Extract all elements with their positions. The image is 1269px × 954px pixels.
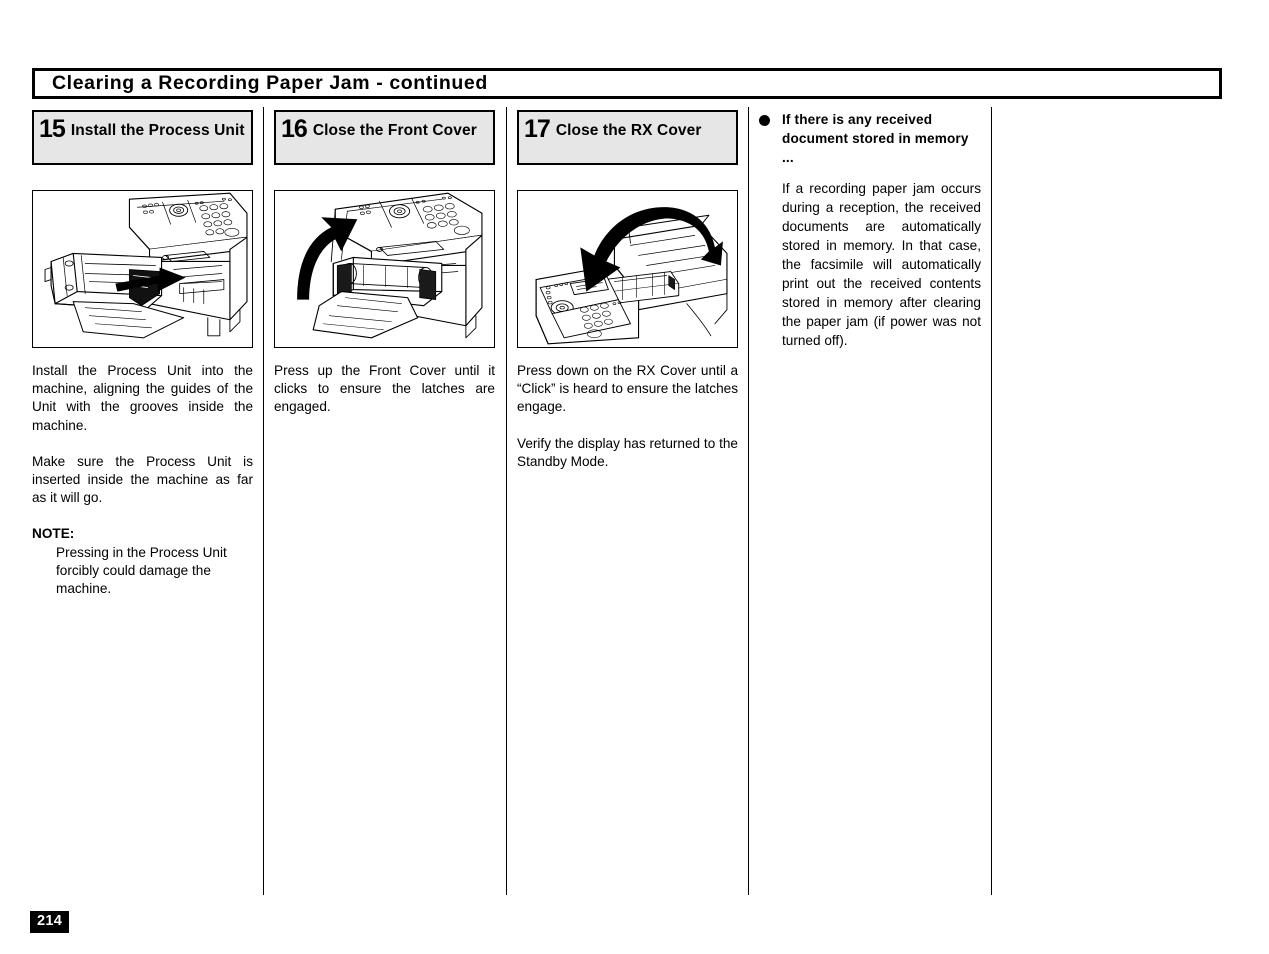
column-divider-2 [506, 107, 507, 895]
sidenote-heading: If there is any received document stored… [782, 112, 969, 165]
page-number-badge: 214 [30, 911, 70, 933]
step-15-paragraph-2: Make sure the Process Unit is inserted i… [32, 453, 253, 506]
sidenote-column: If there is any received document stored… [759, 110, 981, 350]
step-15-paragraph-1: Install the Process Unit into the machin… [32, 363, 253, 433]
step-number-15: 15 [39, 115, 66, 143]
step-number-16: 16 [281, 115, 308, 143]
rx-cover-closing-illustration [517, 190, 738, 348]
process-unit-insertion-illustration [32, 190, 253, 348]
page-header-box: Clearing a Recording Paper Jam - continu… [32, 68, 1222, 99]
step-header-16: 16 Close the Front Cover [274, 110, 495, 165]
step-header-15: 15 Install the Process Unit [32, 110, 253, 165]
sidenote-heading-row: If there is any received document stored… [759, 110, 981, 167]
step-column-15: 15 Install the Process Unit Install the … [32, 110, 253, 598]
step-header-17: 17 Close the RX Cover [517, 110, 738, 165]
step-label-15: Install the Process Unit [70, 122, 245, 139]
step-15-note-label: NOTE: [32, 526, 75, 542]
step-column-16: 16 Close the Front Cover Press up the Fr… [274, 110, 495, 417]
step-number-17: 17 [524, 115, 551, 143]
step-17-paragraph-2: Verify the display has returned to the S… [517, 435, 738, 469]
bullet-icon [759, 115, 770, 126]
step-15-note-text: Pressing in the Process Unit forcibly co… [56, 544, 227, 597]
sidenote-body: If a recording paper jam occurs during a… [782, 181, 981, 348]
step-label-16: Close the Front Cover [312, 122, 477, 139]
column-divider-1 [263, 107, 264, 895]
column-divider-3 [748, 107, 749, 895]
column-divider-4 [991, 107, 992, 895]
step-label-17: Close the RX Cover [555, 122, 702, 139]
step-16-paragraph-1: Press up the Front Cover until it clicks… [274, 363, 495, 415]
step-17-paragraph-1: Press down on the RX Cover until a “Clic… [517, 363, 738, 415]
page-title: Clearing a Recording Paper Jam - continu… [52, 71, 488, 94]
step-column-17: 17 Close the RX Cover Press down on the … [517, 110, 738, 471]
front-cover-closing-illustration [274, 190, 495, 348]
